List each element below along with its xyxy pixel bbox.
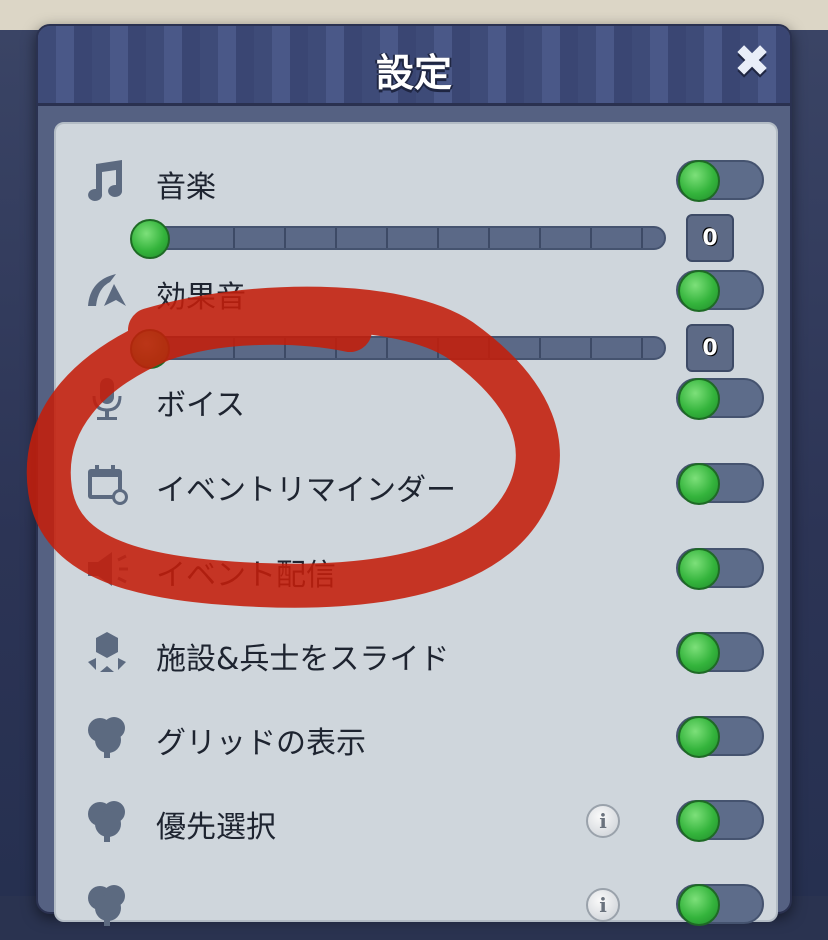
setting-label: イベントリマインダー [156, 473, 456, 508]
music-volume-value: 0 [686, 214, 734, 262]
setting-row-partial: i [56, 870, 776, 940]
event-broadcast-toggle[interactable] [676, 548, 764, 590]
toggle-knob [678, 548, 720, 590]
tree-icon [82, 712, 132, 762]
setting-row-slide-buildings: 施設&兵士をスライド [56, 618, 776, 688]
megaphone-icon [82, 544, 132, 594]
toggle-knob [678, 463, 720, 505]
partial-toggle[interactable] [676, 884, 764, 926]
sfx-toggle[interactable] [676, 270, 764, 312]
setting-row-voice: ボイス [56, 364, 776, 434]
music-note-icon [82, 156, 132, 206]
calendar-icon [82, 459, 132, 509]
close-icon[interactable]: ✖ [728, 38, 776, 86]
setting-label: ボイス [156, 388, 246, 423]
toggle-knob [678, 884, 720, 926]
setting-label: 優先選択 [156, 810, 276, 845]
setting-row-sfx: 効果音 [56, 256, 776, 326]
tree-icon [82, 796, 132, 846]
toggle-knob [678, 160, 720, 202]
setting-row-music: 音楽 [56, 146, 776, 216]
toggle-knob [678, 270, 720, 312]
slider-ticks [184, 228, 660, 248]
buildings-move-icon [82, 628, 132, 678]
slider-ticks [184, 338, 660, 358]
show-grid-toggle[interactable] [676, 716, 764, 758]
slider-knob[interactable] [130, 329, 170, 369]
priority-select-toggle[interactable] [676, 800, 764, 842]
slider-knob[interactable] [130, 219, 170, 259]
setting-row-show-grid: グリッドの表示 [56, 702, 776, 772]
setting-row-priority-select: 優先選択 i [56, 786, 776, 856]
info-icon[interactable]: i [586, 804, 620, 838]
settings-dialog: 設定 ✖ 音楽 0 効果音 0 ボイス イベントリマインダー イベント配信 施設… [36, 24, 792, 926]
toggle-knob [678, 632, 720, 674]
setting-label: イベント配信 [156, 558, 336, 593]
sfx-volume-slider[interactable] [130, 329, 666, 369]
slide-buildings-toggle[interactable] [676, 632, 764, 674]
setting-row-event-reminder: イベントリマインダー [56, 449, 776, 519]
settings-panel: 音楽 0 効果音 0 ボイス イベントリマインダー イベント配信 施設&兵士をス… [54, 122, 778, 926]
dialog-title: 設定 [375, 51, 452, 95]
setting-label: 音楽 [156, 170, 216, 205]
event-reminder-toggle[interactable] [676, 463, 764, 505]
music-toggle[interactable] [676, 160, 764, 202]
dialog-header: 設定 ✖ [38, 26, 790, 106]
setting-label: 施設&兵士をスライド [156, 642, 450, 677]
toggle-knob [678, 378, 720, 420]
voice-toggle[interactable] [676, 378, 764, 420]
toggle-knob [678, 716, 720, 758]
music-volume-slider[interactable] [130, 219, 666, 259]
setting-label: 効果音 [156, 280, 246, 315]
toggle-knob [678, 800, 720, 842]
tree-icon [82, 880, 132, 930]
info-icon[interactable]: i [586, 888, 620, 922]
sound-effect-icon [82, 266, 132, 316]
microphone-icon [82, 374, 132, 424]
setting-row-event-broadcast: イベント配信 [56, 534, 776, 604]
setting-label: グリッドの表示 [156, 726, 366, 761]
